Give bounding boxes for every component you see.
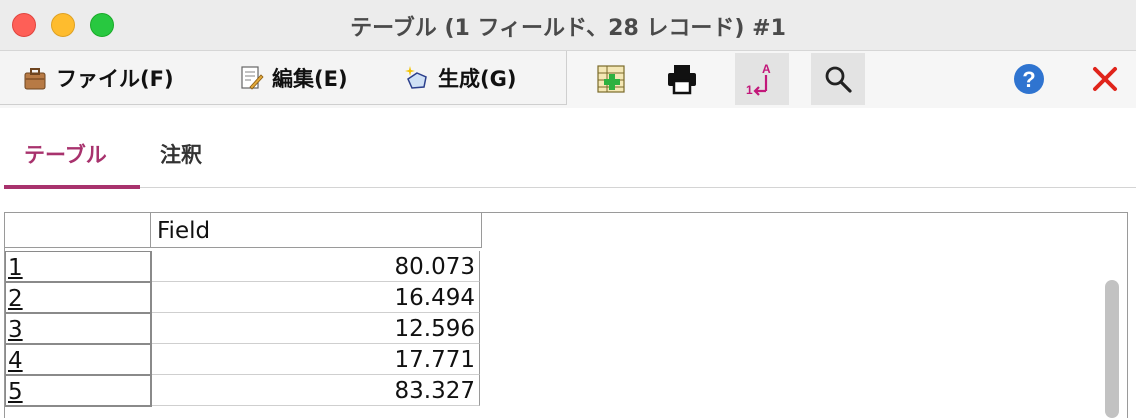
table-row[interactable]: 5 83.327 [5, 375, 482, 407]
tab-bar: テーブル 注釈 [0, 108, 1136, 190]
edit-document-icon [238, 65, 264, 91]
menu-file[interactable]: ファイル(F) [22, 63, 174, 93]
table-row[interactable]: 1 80.073 [5, 251, 482, 283]
menu-edit[interactable]: 編集(E) [238, 63, 348, 93]
menu-group: ファイル(F) 編集(E) 生成(G) [0, 51, 567, 105]
table-row[interactable]: 4 17.771 [5, 344, 482, 376]
menu-file-label: ファイル(F) [56, 67, 174, 91]
svg-text:?: ? [1022, 67, 1035, 92]
tab-table[interactable]: テーブル [24, 139, 107, 169]
data-grid[interactable]: Field 1 80.073 2 16.494 3 12.596 4 17.77… [4, 212, 1128, 418]
add-record-icon [597, 65, 625, 93]
print-button[interactable] [655, 53, 709, 105]
svg-text:1: 1 [746, 83, 753, 97]
table-cell[interactable]: 80.073 [152, 251, 480, 282]
menu-generate[interactable]: 生成(G) [404, 63, 516, 93]
row-header[interactable]: 5 [5, 375, 152, 407]
title-bar: テーブル (1 フィールド、28 レコード) #1 [0, 0, 1136, 51]
cell-value: 80.073 [394, 254, 475, 280]
table-cell[interactable]: 16.494 [152, 282, 480, 313]
row-index: 4 [8, 348, 23, 374]
table-row[interactable]: 3 12.596 [5, 313, 482, 345]
cell-value: 83.327 [394, 378, 475, 404]
column-header-field[interactable]: Field [151, 213, 482, 248]
active-tab-indicator [4, 185, 140, 189]
grid-corner-header[interactable] [5, 213, 151, 248]
cell-value: 12.596 [394, 316, 475, 342]
magnifier-icon [825, 66, 852, 93]
search-button[interactable] [811, 53, 865, 105]
tab-divider [140, 187, 1136, 188]
vertical-scrollbar[interactable] [1105, 280, 1119, 418]
column-header-label: Field [157, 218, 211, 244]
tab-notes[interactable]: 注釈 [160, 139, 202, 169]
toolbar: ファイル(F) 編集(E) 生成(G) A 1 ? [0, 51, 1136, 108]
close-icon [1093, 67, 1117, 91]
svg-text:A: A [762, 62, 771, 76]
row-header[interactable]: 4 [5, 344, 152, 376]
sparkle-shape-icon [404, 65, 430, 91]
row-index: 5 [8, 379, 23, 405]
add-record-button[interactable] [585, 53, 639, 105]
row-index: 3 [8, 317, 23, 343]
help-icon: ? [1014, 64, 1044, 94]
help-button[interactable]: ? [1002, 53, 1056, 105]
row-index: 2 [8, 286, 23, 312]
close-button[interactable] [1078, 53, 1132, 105]
table-cell[interactable]: 12.596 [152, 313, 480, 344]
briefcase-icon [22, 65, 48, 91]
window-title: テーブル (1 フィールド、28 レコード) #1 [350, 16, 786, 41]
row-header[interactable]: 3 [5, 313, 152, 345]
sort-button[interactable]: A 1 [735, 53, 789, 105]
table-cell[interactable]: 83.327 [152, 375, 480, 406]
row-header[interactable]: 1 [5, 251, 152, 283]
menu-generate-label: 生成(G) [438, 67, 517, 91]
row-header[interactable]: 2 [5, 282, 152, 314]
sort-icon: A 1 [746, 62, 771, 97]
row-index: 1 [8, 255, 23, 281]
table-row[interactable]: 2 16.494 [5, 282, 482, 314]
cell-value: 16.494 [394, 285, 475, 311]
cell-value: 17.771 [394, 347, 475, 373]
menu-edit-label: 編集(E) [272, 67, 348, 91]
printer-icon [668, 65, 696, 95]
table-cell[interactable]: 17.771 [152, 344, 480, 375]
